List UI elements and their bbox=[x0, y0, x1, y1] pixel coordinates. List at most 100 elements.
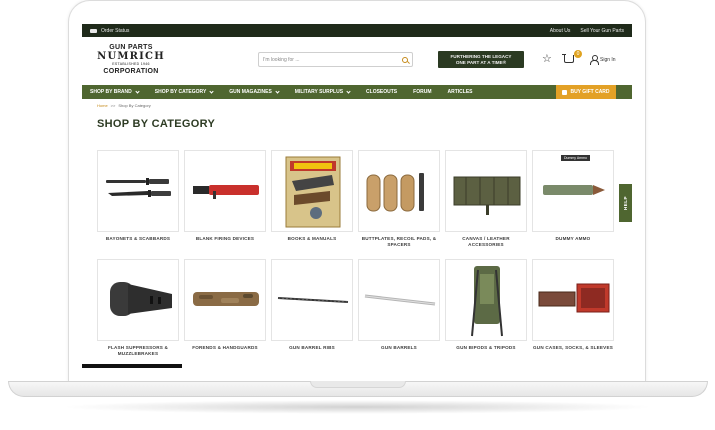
logo-line-4: CORPORATION bbox=[103, 67, 159, 75]
buy-gift-card-button[interactable]: BUY GIFT CARD bbox=[556, 85, 616, 99]
category-label[interactable]: FLASH SUPPRESSORS & MUZZLEBRAKES bbox=[97, 345, 179, 356]
forend-image bbox=[193, 292, 259, 306]
category-thumbnail[interactable] bbox=[271, 150, 353, 232]
nav-gun-magazines[interactable]: GUN MAGAZINES bbox=[221, 85, 287, 99]
category-thumbnail[interactable] bbox=[184, 259, 266, 341]
category-thumbnail[interactable]: Dummy Ammo bbox=[532, 150, 614, 232]
logo-line-3: ESTABLISHED 1946 bbox=[112, 62, 150, 66]
nav-label: SHOP BY CATEGORY bbox=[154, 89, 207, 95]
chevron-down-icon bbox=[275, 88, 280, 94]
wishlist-star-icon[interactable]: ☆ bbox=[542, 54, 552, 65]
site-header: GUN PARTS NUMRICH ESTABLISHED 1946 CORPO… bbox=[82, 37, 632, 85]
category-label[interactable]: BUTTPLATES, RECOIL PADS, & SPACERS bbox=[358, 236, 440, 247]
numrich-logo[interactable]: GUN PARTS NUMRICH ESTABLISHED 1946 CORPO… bbox=[96, 44, 166, 75]
breadcrumb-current: Shop By Category bbox=[118, 103, 151, 108]
utility-bar: Order Status About Us Sell Your Gun Part… bbox=[82, 24, 632, 37]
category-thumbnail[interactable] bbox=[532, 259, 614, 341]
category-thumbnail[interactable] bbox=[97, 259, 179, 341]
search-icon[interactable] bbox=[402, 56, 408, 63]
canvas-roll-image bbox=[453, 176, 521, 215]
sign-in-link[interactable]: Sign In bbox=[600, 57, 616, 63]
help-tab[interactable]: HELP bbox=[619, 184, 632, 222]
category-card[interactable]: GUN BARREL RIBS bbox=[271, 259, 353, 351]
category-label[interactable]: BOOKS & MANUALS bbox=[271, 236, 353, 242]
legacy-line-2: ONE PART AT A TIME® bbox=[455, 59, 507, 65]
category-thumbnail[interactable] bbox=[445, 259, 527, 341]
gun-barrel-image bbox=[364, 294, 436, 306]
category-card[interactable]: BUTTPLATES, RECOIL PADS, & SPACERS bbox=[358, 150, 440, 247]
legacy-banner: FURTHERING THE LEGACY ONE PART AT A TIME… bbox=[438, 51, 524, 68]
category-card[interactable]: Dummy Ammo DUMMY AMMO bbox=[532, 150, 614, 242]
category-thumbnail[interactable] bbox=[271, 259, 353, 341]
gift-icon bbox=[562, 89, 568, 95]
logo-line-1: GUN PARTS bbox=[109, 44, 153, 51]
flash-suppressor-image bbox=[110, 282, 172, 316]
order-status-link[interactable]: Order Status bbox=[90, 28, 129, 34]
buttplates-image bbox=[366, 173, 424, 212]
sell-gun-parts-link[interactable]: Sell Your Gun Parts bbox=[580, 28, 624, 34]
search-input[interactable] bbox=[263, 56, 393, 63]
breadcrumb-separator: >> bbox=[110, 103, 116, 108]
category-card[interactable]: BAYONETS & SCABBARDS bbox=[97, 150, 179, 242]
gift-card-label: BUY GIFT CARD bbox=[570, 89, 610, 95]
nav-shop-by-brand[interactable]: SHOP BY BRAND bbox=[82, 85, 147, 99]
category-card[interactable]: GUN BIPODS & TRIPODS bbox=[445, 259, 527, 351]
nav-forum[interactable]: FORUM bbox=[405, 85, 439, 99]
dummy-ammo-image bbox=[543, 185, 605, 195]
category-thumbnail[interactable] bbox=[358, 150, 440, 232]
category-label[interactable]: GUN BIPODS & TRIPODS bbox=[445, 345, 527, 351]
laptop-shadow bbox=[60, 400, 655, 414]
category-card[interactable]: GUN CASES, SOCKS, & SLEEVES bbox=[532, 259, 614, 351]
cart-icon[interactable] bbox=[562, 54, 574, 63]
category-card[interactable]: BLANK FIRING DEVICES bbox=[184, 150, 266, 242]
order-status-label: Order Status bbox=[101, 27, 130, 34]
category-label[interactable]: GUN BARREL RIBS bbox=[271, 345, 353, 351]
laptop-notch bbox=[310, 381, 406, 388]
about-us-link[interactable]: About Us bbox=[550, 28, 571, 34]
gun-case-image bbox=[538, 283, 610, 313]
nav-label: FORUM bbox=[413, 89, 432, 95]
category-label[interactable]: DUMMY AMMO bbox=[532, 236, 614, 242]
category-card[interactable]: GUN BARRELS bbox=[358, 259, 440, 351]
nav-label: SHOP BY BRAND bbox=[90, 89, 132, 95]
category-card[interactable]: BOOKS & MANUALS bbox=[271, 150, 353, 242]
category-label[interactable]: GUN BARRELS bbox=[358, 345, 440, 351]
main-nav: SHOP BY BRAND SHOP BY CATEGORY GUN MAGAZ… bbox=[82, 85, 632, 99]
category-thumbnail[interactable] bbox=[97, 150, 179, 232]
nav-closeouts[interactable]: CLOSEOUTS bbox=[358, 85, 405, 99]
breadcrumb: Home >> Shop By Category bbox=[97, 103, 151, 108]
dummy-ammo-tag: Dummy Ammo bbox=[561, 155, 590, 161]
user-icon[interactable] bbox=[590, 55, 599, 65]
logo-line-2: NUMRICH bbox=[97, 51, 165, 62]
nav-military-surplus[interactable]: MILITARY SURPLUS bbox=[287, 85, 358, 99]
category-label[interactable]: GUN CASES, SOCKS, & SLEEVES bbox=[532, 345, 614, 351]
chevron-down-icon bbox=[346, 88, 351, 94]
category-thumbnail[interactable] bbox=[184, 150, 266, 232]
category-thumbnail[interactable] bbox=[358, 259, 440, 341]
category-card[interactable]: FLASH SUPPRESSORS & MUZZLEBRAKES bbox=[97, 259, 179, 356]
category-label[interactable]: BAYONETS & SCABBARDS bbox=[97, 236, 179, 242]
category-label[interactable]: BLANK FIRING DEVICES bbox=[184, 236, 266, 242]
nav-label: CLOSEOUTS bbox=[366, 89, 398, 95]
nav-label: ARTICLES bbox=[447, 89, 473, 95]
nav-shop-by-category[interactable]: SHOP BY CATEGORY bbox=[147, 85, 222, 99]
bayonet-image bbox=[106, 178, 171, 197]
category-label[interactable]: FORENDS & HANDGUARDS bbox=[184, 345, 266, 351]
cart-count-badge: 0 bbox=[574, 50, 582, 58]
chevron-down-icon bbox=[135, 88, 140, 94]
category-thumbnail[interactable] bbox=[445, 150, 527, 232]
page-title: SHOP BY CATEGORY bbox=[97, 118, 216, 130]
category-card[interactable]: CANVAS / LEATHER ACCESSORIES bbox=[445, 150, 527, 247]
browser-screen: Order Status About Us Sell Your Gun Part… bbox=[82, 24, 632, 368]
chevron-down-icon bbox=[209, 88, 214, 94]
category-label[interactable]: CANVAS / LEATHER ACCESSORIES bbox=[445, 236, 527, 247]
bipod-image bbox=[471, 266, 503, 337]
book-cover-image bbox=[285, 156, 341, 228]
breadcrumb-home[interactable]: Home bbox=[97, 103, 108, 108]
nav-articles[interactable]: ARTICLES bbox=[440, 85, 481, 99]
blank-firing-device-image bbox=[193, 185, 259, 199]
barrel-rib-image bbox=[277, 297, 349, 303]
nav-label: GUN MAGAZINES bbox=[229, 89, 272, 95]
truck-icon bbox=[90, 28, 97, 33]
category-card[interactable]: FORENDS & HANDGUARDS bbox=[184, 259, 266, 351]
